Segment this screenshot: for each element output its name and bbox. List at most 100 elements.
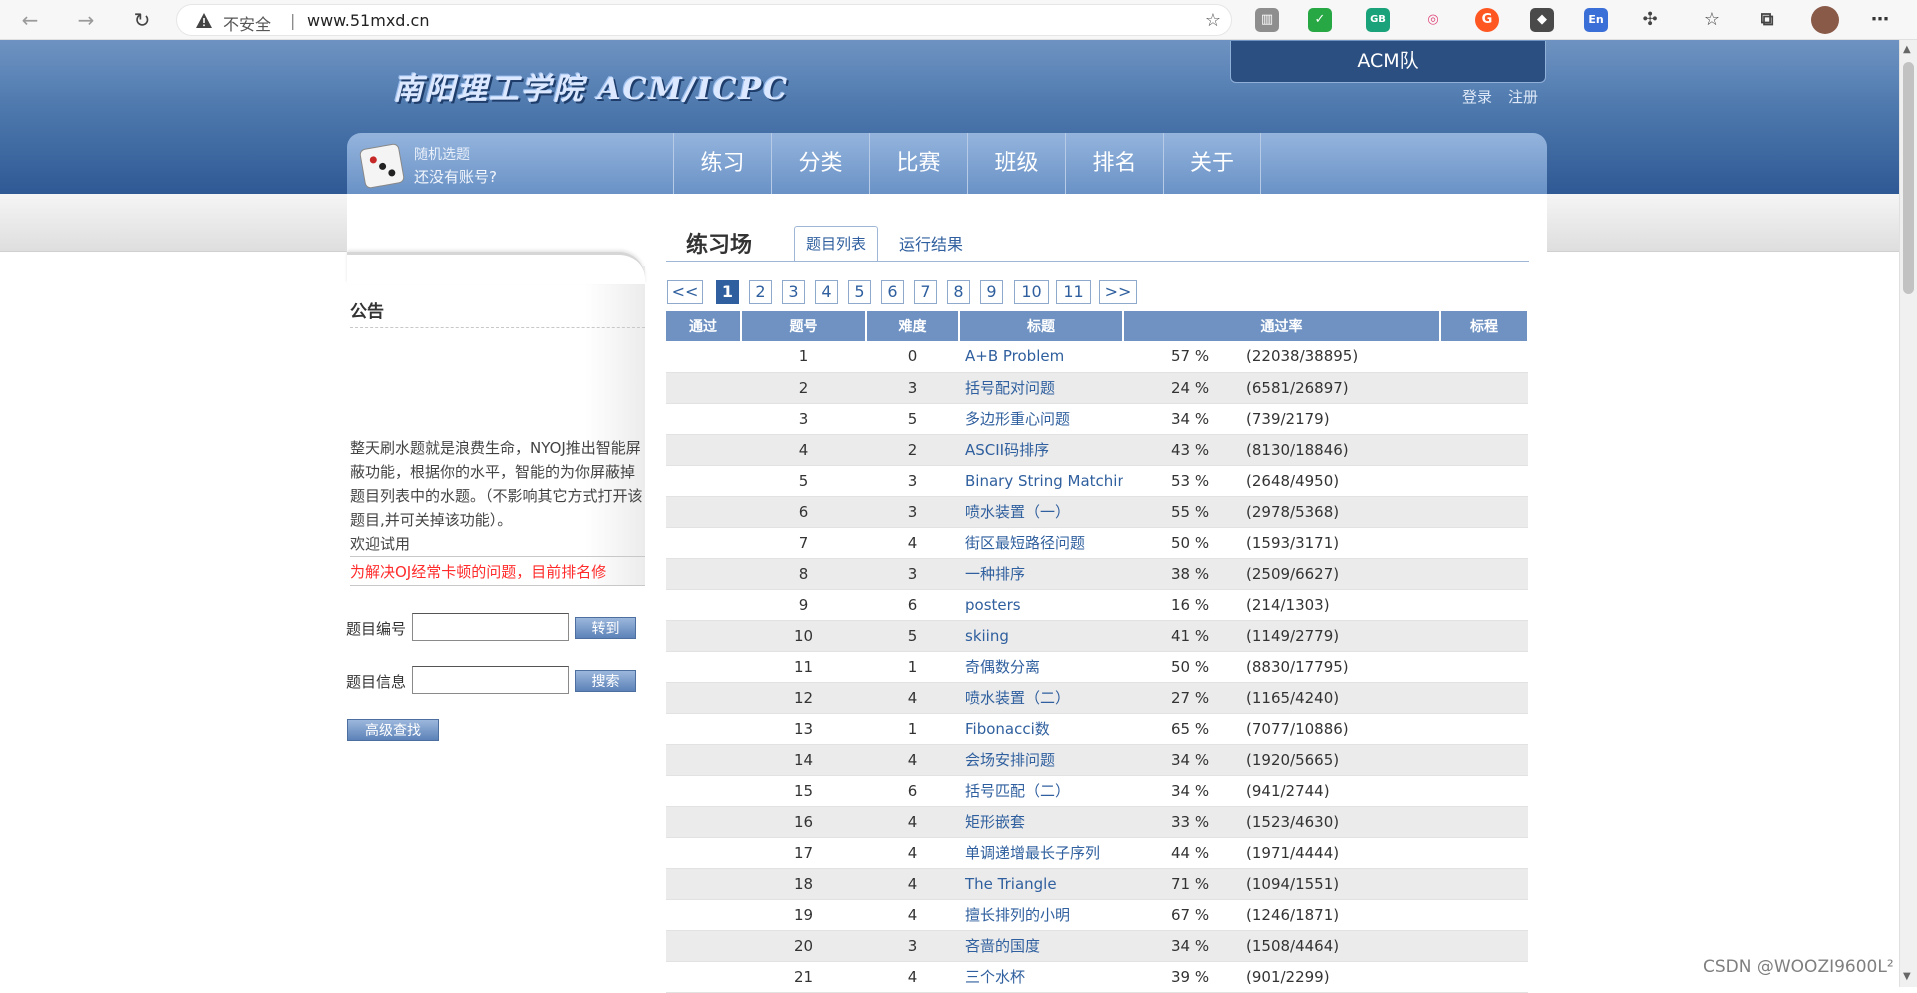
table-row[interactable]: 4 2 ASCII码排序 43 % (8130/18846) (666, 434, 1528, 466)
table-row[interactable]: 14 4 会场安排问题 34 % (1920/5665) (666, 744, 1528, 776)
profile-avatar[interactable] (1811, 6, 1839, 34)
page-8[interactable]: 8 (947, 280, 970, 304)
scroll-down-icon[interactable]: ▼ (1903, 971, 1911, 982)
problem-title-link[interactable]: 街区最短路径问题 (959, 527, 1123, 559)
reader-view-icon[interactable]: ▥ (1255, 8, 1279, 32)
table-row[interactable]: 17 4 单调递增最长子序列 44 % (1971/4444) (666, 837, 1528, 869)
nav-practice[interactable]: 练习 (673, 133, 771, 194)
pass-rate-counts[interactable]: (901/2299) (1246, 968, 1330, 986)
nav-ranking[interactable]: 排名 (1065, 133, 1163, 194)
vertical-scrollbar[interactable]: ▲ ▼ (1899, 40, 1917, 987)
pass-rate-counts[interactable]: (1246/1871) (1246, 906, 1339, 924)
table-row[interactable]: 20 3 吝啬的国度 34 % (1508/4464) (666, 930, 1528, 962)
problem-title-link[interactable]: 擅长排列的小明 (959, 899, 1123, 931)
shield-extension-icon[interactable]: ✓ (1308, 8, 1332, 32)
site-logo[interactable]: 南阳理工学院 ACM/ICPC (393, 64, 789, 108)
nav-class[interactable]: 班级 (967, 133, 1065, 194)
advanced-search-button[interactable]: 高级查找 (347, 719, 439, 741)
random-problem-link[interactable]: 随机选题 (414, 144, 470, 164)
tab-run-results[interactable]: 运行结果 (899, 231, 963, 255)
dice-icon[interactable] (358, 142, 406, 190)
pass-rate-counts[interactable]: (6581/26897) (1246, 379, 1349, 397)
page-9[interactable]: 9 (980, 280, 1003, 304)
table-row[interactable]: 6 3 喷水装置（一） 55 % (2978/5368) (666, 496, 1528, 528)
favorites-icon[interactable]: ☆ (1700, 8, 1724, 32)
table-row[interactable]: 12 4 喷水装置（二） 27 % (1165/4240) (666, 682, 1528, 714)
page-4[interactable]: 4 (815, 280, 838, 304)
page-2[interactable]: 2 (749, 280, 772, 304)
table-row[interactable]: 21 4 三个水杯 39 % (901/2299) (666, 961, 1528, 993)
pass-rate-counts[interactable]: (2978/5368) (1246, 503, 1339, 521)
problem-info-input[interactable] (412, 666, 569, 694)
problem-title-link[interactable]: 括号配对问题 (959, 372, 1123, 404)
pass-rate-counts[interactable]: (1149/2779) (1246, 627, 1339, 645)
col-pass-rate[interactable]: 通过率 (1123, 311, 1441, 341)
table-row[interactable]: 8 3 一种排序 38 % (2509/6627) (666, 558, 1528, 590)
col-id[interactable]: 题号 (741, 311, 867, 341)
collections-icon[interactable]: ⧉ (1755, 8, 1779, 32)
table-row[interactable]: 9 6 posters 16 % (214/1303) (666, 589, 1528, 621)
problem-title-link[interactable]: The Triangle (959, 868, 1123, 900)
problem-title-link[interactable]: posters (959, 589, 1123, 621)
page-11[interactable]: 11 (1056, 280, 1091, 304)
extensions-puzzle-icon[interactable]: ✣ (1638, 8, 1662, 32)
problem-title-link[interactable]: 多边形重心问题 (959, 403, 1123, 435)
reload-icon[interactable]: ↻ (128, 6, 156, 34)
nav-about[interactable]: 关于 (1163, 133, 1261, 194)
pass-rate-counts[interactable]: (214/1303) (1246, 596, 1330, 614)
table-row[interactable]: 13 1 Fibonacci数 65 % (7077/10886) (666, 713, 1528, 745)
col-reference[interactable]: 标程 (1440, 311, 1529, 341)
table-row[interactable]: 10 5 skiing 41 % (1149/2779) (666, 620, 1528, 652)
goto-button[interactable]: 转到 (575, 617, 636, 639)
translate-extension-icon[interactable]: En (1584, 8, 1608, 32)
problem-title-link[interactable]: Fibonacci数 (959, 713, 1123, 745)
pass-rate-counts[interactable]: (1508/4464) (1246, 937, 1339, 955)
page-1[interactable]: 1 (716, 280, 739, 304)
search-button[interactable]: 搜索 (575, 670, 636, 692)
problem-title-link[interactable]: 矩形嵌套 (959, 806, 1123, 838)
pass-rate-counts[interactable]: (1094/1551) (1246, 875, 1339, 893)
acm-team-tab[interactable]: ACM队 (1230, 41, 1546, 83)
problem-title-link[interactable]: 括号匹配（二） (959, 775, 1123, 807)
scrollbar-thumb[interactable] (1903, 62, 1914, 294)
url-text[interactable]: www.51mxd.cn (307, 11, 429, 30)
problem-title-link[interactable]: 三个水杯 (959, 961, 1123, 993)
pass-rate-counts[interactable]: (1165/4240) (1246, 689, 1339, 707)
page-first[interactable]: << (667, 280, 703, 304)
tab-problem-list[interactable]: 题目列表 (794, 226, 878, 262)
back-arrow-icon[interactable]: ← (16, 6, 44, 34)
no-account-link[interactable]: 还没有账号? (414, 166, 497, 187)
problem-title-link[interactable]: 奇偶数分离 (959, 651, 1123, 683)
table-row[interactable]: 3 5 多边形重心问题 34 % (739/2179) (666, 403, 1528, 435)
login-link[interactable]: 登录 (1462, 86, 1492, 107)
table-row[interactable]: 7 4 街区最短路径问题 50 % (1593/3171) (666, 527, 1528, 559)
table-row[interactable]: 16 4 矩形嵌套 33 % (1523/4630) (666, 806, 1528, 838)
problem-title-link[interactable]: A+B Problem (959, 341, 1123, 373)
scroll-up-icon[interactable]: ▲ (1903, 44, 1911, 55)
table-row[interactable]: 18 4 The Triangle 71 % (1094/1551) (666, 868, 1528, 900)
problem-title-link[interactable]: skiing (959, 620, 1123, 652)
address-bar[interactable]: 不安全 | www.51mxd.cn ☆ (176, 4, 1232, 36)
col-difficulty[interactable]: 难度 (866, 311, 960, 341)
pass-rate-counts[interactable]: (1593/3171) (1246, 534, 1339, 552)
pass-rate-counts[interactable]: (941/2744) (1246, 782, 1330, 800)
problem-title-link[interactable]: ASCII码排序 (959, 434, 1123, 466)
nav-contest[interactable]: 比赛 (869, 133, 967, 194)
pass-rate-counts[interactable]: (1920/5665) (1246, 751, 1339, 769)
problem-title-link[interactable]: 喷水装置（二） (959, 682, 1123, 714)
table-row[interactable]: 1 0 A+B Problem 57 % (22038/38895) (666, 341, 1528, 373)
pass-rate-counts[interactable]: (2648/4950) (1246, 472, 1339, 490)
pass-rate-counts[interactable]: (2509/6627) (1246, 565, 1339, 583)
page-3[interactable]: 3 (782, 280, 805, 304)
dribbble-extension-icon[interactable]: ◎ (1421, 8, 1445, 32)
forward-arrow-icon[interactable]: → (72, 6, 100, 34)
register-link[interactable]: 注册 (1508, 86, 1538, 107)
page-7[interactable]: 7 (914, 280, 937, 304)
problem-title-link[interactable]: 一种排序 (959, 558, 1123, 590)
table-row[interactable]: 15 6 括号匹配（二） 34 % (941/2744) (666, 775, 1528, 807)
problem-title-link[interactable]: 喷水装置（一） (959, 496, 1123, 528)
pass-rate-counts[interactable]: (22038/38895) (1246, 347, 1358, 365)
pass-rate-counts[interactable]: (1523/4630) (1246, 813, 1339, 831)
page-6[interactable]: 6 (881, 280, 904, 304)
pass-rate-counts[interactable]: (739/2179) (1246, 410, 1330, 428)
